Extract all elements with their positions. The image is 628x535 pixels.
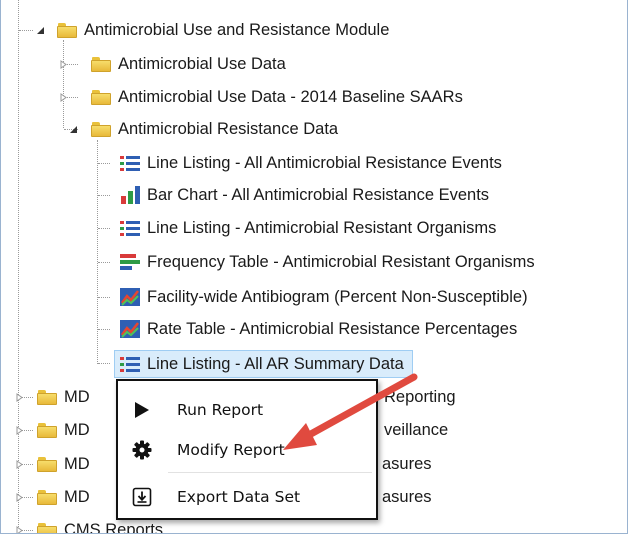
tree-folder-md-4-suffix: asures: [382, 483, 432, 511]
tree-connector: [98, 329, 110, 330]
folder-icon: [37, 422, 58, 438]
expand-triangle-icon[interactable]: [59, 60, 68, 69]
tree-folder-label: CMS Reports: [64, 520, 164, 534]
bar-chart-icon: [121, 186, 140, 204]
folder-icon: [37, 456, 58, 472]
report-label: Line Listing - Antimicrobial Resistant O…: [147, 218, 497, 237]
run-report-menu-item[interactable]: Run Report: [118, 392, 376, 428]
tree-connector: [98, 297, 110, 298]
report-item[interactable]: Line Listing - Antimicrobial Resistant O…: [119, 214, 496, 242]
tree-folder-md-1[interactable]: MD: [37, 383, 90, 411]
tree-connector: [98, 163, 110, 164]
report-item[interactable]: Rate Table - Antimicrobial Resistance Pe…: [119, 315, 517, 343]
folder-icon: [91, 121, 112, 137]
folder-icon: [37, 389, 58, 405]
run-report-label: Run Report: [177, 401, 264, 419]
expand-triangle-icon[interactable]: [15, 426, 24, 435]
export-icon: [132, 487, 152, 507]
report-item[interactable]: Frequency Table - Antimicrobial Resistan…: [119, 248, 535, 276]
line-listing-icon: [120, 156, 140, 171]
tree-folder-label-suffix: veillance: [384, 420, 449, 439]
expand-triangle-icon[interactable]: [15, 460, 24, 469]
tree-folder-label-suffix: asures: [382, 454, 432, 473]
tree-connector: [98, 262, 110, 263]
report-item[interactable]: Facility-wide Antibiogram (Percent Non-S…: [119, 283, 528, 311]
tree-folder-antimicrobial-use[interactable]: Antimicrobial Use Data: [91, 50, 286, 78]
tree-folder-label-suffix: asures: [382, 487, 432, 506]
frequency-table-icon: [120, 254, 140, 270]
tree-folder-label: MD: [64, 487, 90, 506]
tree-connector: [98, 228, 110, 229]
tree-folder-md-1-suffix: Reporting: [384, 383, 456, 411]
tree-folder-label: MD: [64, 420, 90, 439]
modify-report-menu-item[interactable]: Modify Report: [118, 432, 376, 468]
tree-folder-md-3[interactable]: MD: [37, 450, 90, 478]
folder-icon: [91, 89, 112, 105]
tree-connector: [18, 0, 19, 533]
tree-folder-label: Antimicrobial Use Data - 2014 Baseline S…: [118, 87, 463, 106]
report-label: Facility-wide Antibiogram (Percent Non-S…: [147, 287, 528, 306]
gear-icon: [132, 440, 152, 460]
tree-folder-label: Antimicrobial Use and Resistance Module: [84, 20, 390, 39]
tree-connector: [97, 140, 98, 364]
report-item[interactable]: Bar Chart - All Antimicrobial Resistance…: [119, 181, 489, 209]
tree-folder-label-suffix: Reporting: [384, 387, 456, 406]
tree-folder-md-2[interactable]: MD: [37, 416, 90, 444]
report-label: Line Listing - All AR Summary Data: [147, 354, 404, 373]
expand-triangle-icon[interactable]: [15, 493, 24, 502]
tree-folder-label: Antimicrobial Resistance Data: [118, 119, 339, 138]
report-label: Frequency Table - Antimicrobial Resistan…: [147, 252, 535, 271]
report-item-selected[interactable]: Line Listing - All AR Summary Data: [114, 350, 413, 378]
tree-connector: [63, 40, 64, 128]
tree-connector: [98, 195, 110, 196]
tree-connector: [98, 363, 110, 364]
folder-icon: [37, 522, 58, 533]
menu-separator: [168, 472, 372, 473]
collapse-triangle-icon[interactable]: [69, 125, 78, 134]
report-label: Rate Table - Antimicrobial Resistance Pe…: [147, 319, 518, 338]
tree-folder-antimicrobial-resistance[interactable]: Antimicrobial Resistance Data: [91, 115, 338, 143]
export-data-set-label: Export Data Set: [177, 488, 301, 506]
folder-icon: [57, 22, 78, 38]
tree-folder-label: MD: [64, 454, 90, 473]
rate-chart-icon: [120, 320, 140, 338]
expand-triangle-icon[interactable]: [59, 93, 68, 102]
expand-triangle-icon[interactable]: [15, 393, 24, 402]
tree-connector: [19, 30, 33, 31]
report-label: Bar Chart - All Antimicrobial Resistance…: [147, 185, 490, 204]
line-listing-icon: [120, 357, 140, 372]
expand-triangle-icon[interactable]: [15, 526, 24, 534]
tree-folder-label: MD: [64, 387, 90, 406]
play-icon: [135, 402, 149, 418]
export-data-set-menu-item[interactable]: Export Data Set: [118, 479, 376, 515]
tree-folder-md-4[interactable]: MD: [37, 483, 90, 511]
folder-icon: [37, 489, 58, 505]
collapse-triangle-icon[interactable]: [36, 26, 45, 35]
tree-folder-antimicrobial-use-baseline[interactable]: Antimicrobial Use Data - 2014 Baseline S…: [91, 83, 463, 111]
tree-folder-md-2-suffix: veillance: [384, 416, 448, 444]
folder-icon: [91, 56, 112, 72]
rate-chart-icon: [120, 288, 140, 306]
report-item[interactable]: Line Listing - All Antimicrobial Resista…: [119, 149, 502, 177]
tree-folder-antimicrobial-module[interactable]: Antimicrobial Use and Resistance Module: [57, 16, 389, 44]
report-label: Line Listing - All Antimicrobial Resista…: [147, 153, 502, 172]
modify-report-label: Modify Report: [177, 441, 285, 459]
line-listing-icon: [120, 221, 140, 236]
tree-folder-md-3-suffix: asures: [382, 450, 432, 478]
tree-folder-label: Antimicrobial Use Data: [118, 54, 286, 73]
report-context-menu: Run Report Modify Report Export Data Set: [116, 379, 378, 520]
